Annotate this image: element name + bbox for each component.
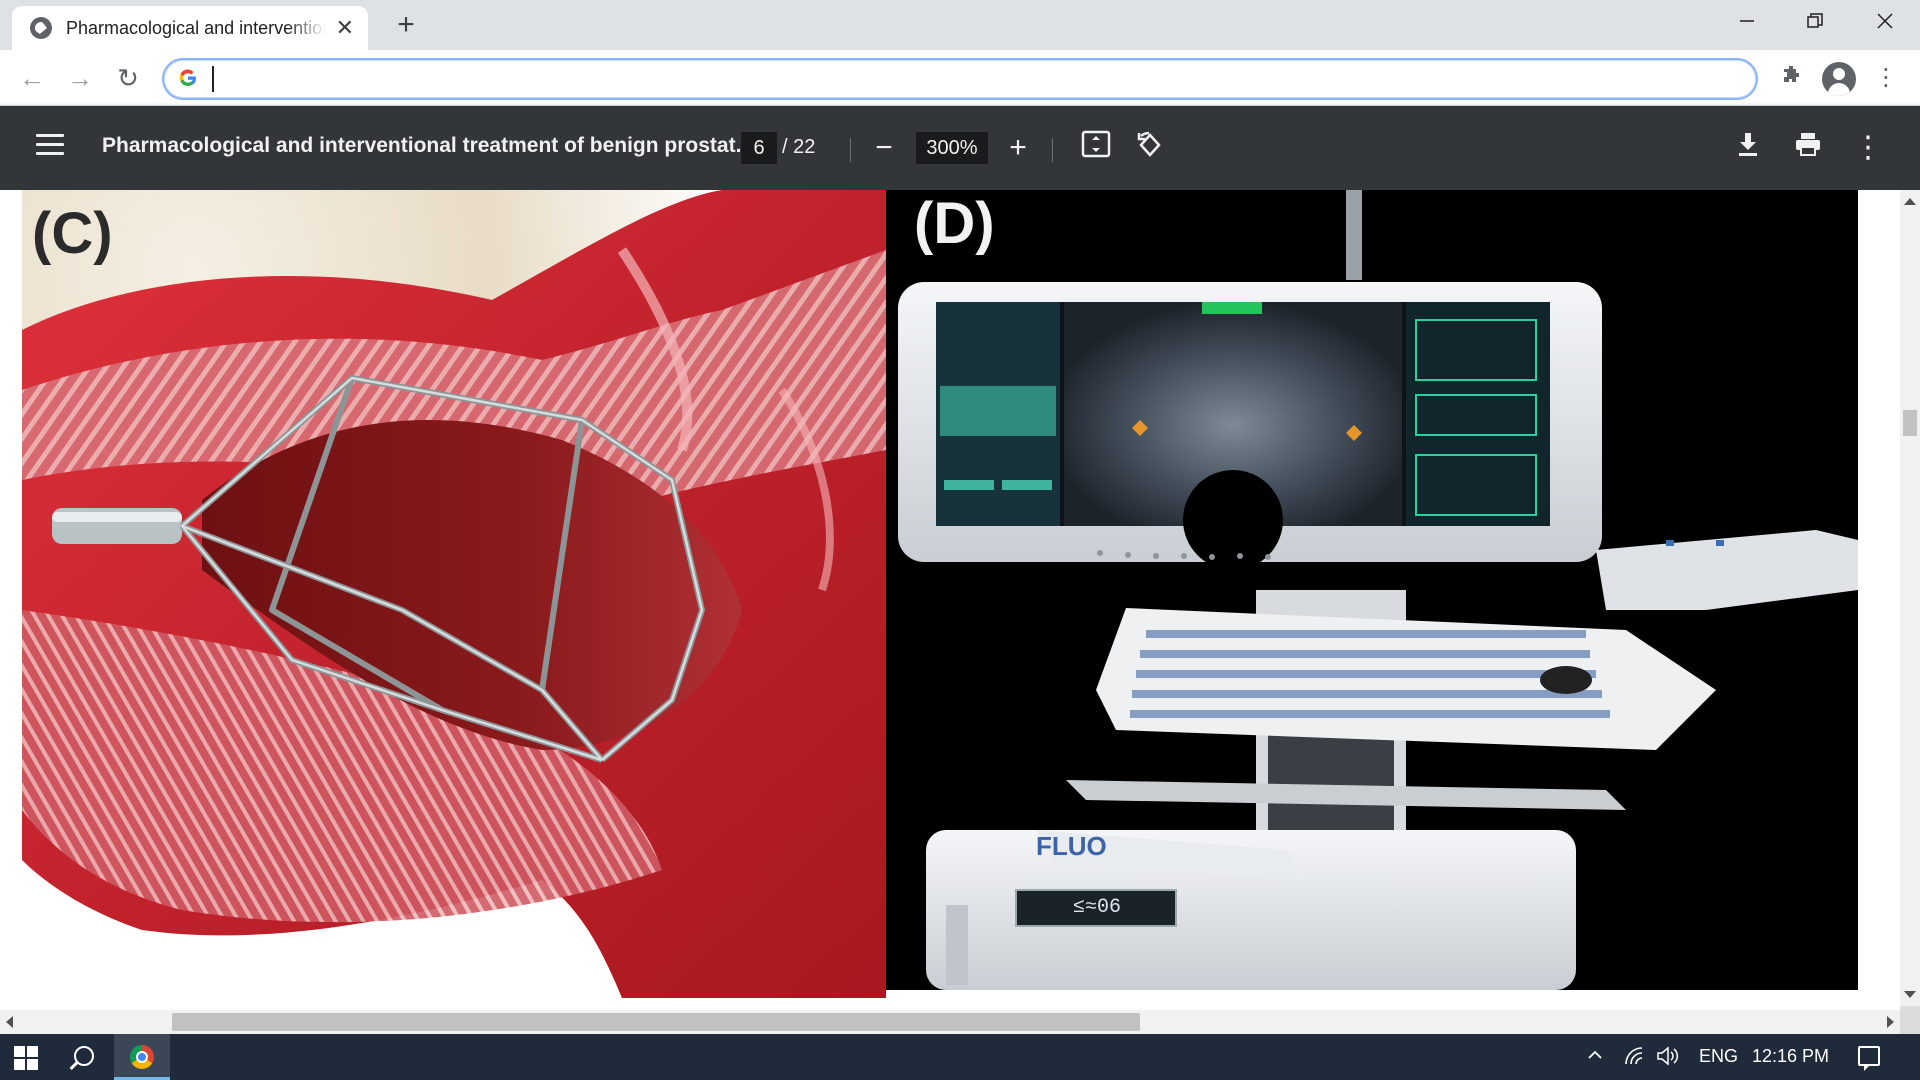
tab-title: Pharmacological and interventional treat…: [66, 17, 326, 38]
page-total: / 22: [782, 136, 816, 158]
language-indicator[interactable]: ENG: [1699, 1046, 1738, 1067]
close-window-button[interactable]: [1862, 6, 1908, 40]
chrome-icon: [130, 1045, 154, 1069]
vertical-scrollbar[interactable]: [1900, 190, 1920, 1006]
figure-panel-d: FLUO (D) ≤≈06: [886, 190, 1858, 990]
ultrasound-system-photo: FLUO: [898, 190, 1858, 990]
hamburger-menu-icon[interactable]: [36, 134, 64, 160]
zoom-out-button[interactable]: −: [866, 130, 902, 166]
back-button[interactable]: ←: [14, 60, 50, 96]
address-bar[interactable]: [162, 58, 1758, 100]
device-display-readout: ≤≈06: [1072, 896, 1121, 919]
volume-icon[interactable]: [1656, 1046, 1680, 1071]
extensions-icon[interactable]: [1774, 60, 1810, 96]
download-button[interactable]: [1730, 130, 1766, 166]
profile-avatar[interactable]: [1822, 62, 1856, 96]
search-icon[interactable]: [66, 1044, 96, 1074]
windows-start-icon[interactable]: [14, 1046, 38, 1070]
close-tab-icon[interactable]: ✕: [336, 17, 354, 39]
pdf-toolbar: Pharmacological and interventional treat…: [0, 106, 1920, 190]
network-icon[interactable]: [1624, 1046, 1646, 1071]
globe-icon: [30, 17, 52, 39]
pdf-more-options-icon[interactable]: ⋮: [1850, 130, 1886, 166]
scroll-right-arrow-icon[interactable]: [1887, 1016, 1894, 1028]
scroll-down-arrow-icon[interactable]: [1904, 991, 1916, 998]
panel-label-c: (C): [32, 201, 113, 266]
browser-menu-icon[interactable]: ⋮: [1868, 60, 1904, 96]
svg-text:FLUO: FLUO: [1036, 831, 1107, 861]
minimize-button[interactable]: [1724, 6, 1770, 40]
panel-label-d: (D): [914, 191, 995, 256]
horizontal-scroll-thumb[interactable]: [172, 1013, 1140, 1031]
notifications-icon[interactable]: [1858, 1046, 1880, 1071]
reload-button[interactable]: ↻: [110, 60, 146, 96]
google-g-icon: [178, 68, 198, 94]
fit-page-button[interactable]: [1078, 130, 1114, 166]
figure-panel-c: (C): [22, 190, 886, 998]
taskbar: ENG 12:16 PM: [0, 1034, 1920, 1080]
chrome-taskbar-button[interactable]: [114, 1034, 170, 1080]
zoom-input[interactable]: 300%: [916, 132, 988, 164]
pdf-viewport[interactable]: (C) FLUO (D) ≤≈06: [0, 190, 1900, 1010]
pdf-title: Pharmacological and interventional treat…: [102, 134, 754, 157]
browser-tab[interactable]: Pharmacological and interventional treat…: [12, 6, 368, 50]
scroll-up-arrow-icon[interactable]: [1904, 198, 1916, 205]
toolbar-divider: [1052, 138, 1053, 162]
toolbar-divider: [850, 138, 851, 162]
rotate-button[interactable]: [1132, 130, 1168, 166]
restore-button[interactable]: [1792, 6, 1838, 40]
scroll-left-arrow-icon[interactable]: [6, 1016, 13, 1028]
forward-button[interactable]: →: [62, 60, 98, 96]
urethra-stent-illustration: [22, 190, 886, 998]
print-button[interactable]: [1790, 130, 1826, 166]
vertical-scroll-thumb[interactable]: [1903, 410, 1917, 436]
zoom-in-button[interactable]: +: [1000, 130, 1036, 166]
address-input[interactable]: [212, 66, 1712, 92]
horizontal-scrollbar[interactable]: [0, 1010, 1900, 1034]
clock[interactable]: 12:16 PM: [1752, 1046, 1829, 1067]
scrollbar-corner: [1900, 1006, 1920, 1034]
tray-chevron-icon[interactable]: [1586, 1046, 1604, 1069]
browser-toolbar: ← → ↻ ⋮: [0, 50, 1920, 106]
new-tab-button[interactable]: +: [390, 10, 422, 42]
tab-strip: Pharmacological and interventional treat…: [0, 0, 1920, 50]
page-number-input[interactable]: 6: [741, 132, 777, 164]
